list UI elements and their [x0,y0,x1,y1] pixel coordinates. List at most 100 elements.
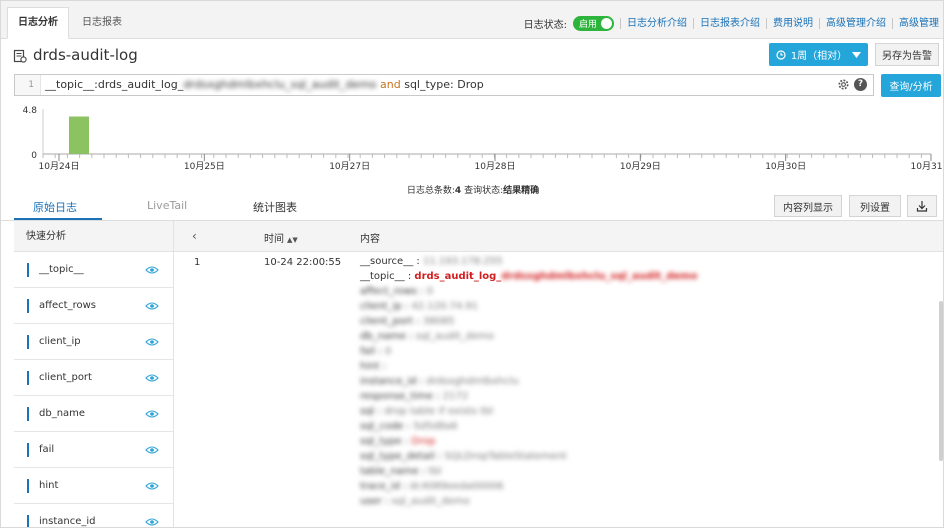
field-value[interactable]: 42.120.74.91 [411,301,478,312]
sort-icon[interactable]: ▲▼ [287,236,298,244]
field-marker [27,335,29,349]
row-index: 1 [194,257,201,268]
field-name: affect_rows [39,300,96,311]
field-value[interactable]: drds_audit_log_drdsxghdmlbxhclu_sql_audi… [414,271,697,282]
field-value[interactable]: SQLDropTableStatement [445,451,567,462]
query-tools: ? [837,78,867,91]
download-button[interactable] [907,195,937,217]
field-key: sql_type_detail [360,451,435,462]
eye-icon[interactable] [145,337,159,347]
query-text[interactable]: __topic__:drds_audit_log_drdsxghdmlbxhcl… [45,75,484,95]
field-list: __topic__ affect_rows client_ip client_port… [14,252,173,527]
query-keyword: and [380,78,401,91]
histogram-bar[interactable] [69,116,89,155]
field-separator: : [401,301,412,312]
eye-icon[interactable] [145,517,159,527]
column-time-label: 时间 [264,234,284,245]
field-marker [27,515,29,527]
field-key: sql [360,406,375,417]
field-marker [27,371,29,385]
quick-field-item[interactable]: __topic__ [14,252,173,288]
link-log-report-intro[interactable]: 日志报表介绍 [693,17,766,29]
query-suffix: sql_type: Drop [404,78,484,91]
scrollbar[interactable] [939,301,943,461]
log-status-toggle[interactable]: 启用 [572,15,614,31]
eye-icon[interactable] [145,265,159,275]
field-key: db_name [360,331,407,342]
x-tick-label: 10月25日 [184,161,225,172]
field-name: instance_id [39,516,96,527]
field-value[interactable]: Drop [411,436,435,447]
field-key: fail [360,346,376,357]
search-analyze-button[interactable]: 查询/分析 [881,74,941,97]
save-as-alert-button[interactable]: 另存为告警 [875,43,939,66]
link-log-analysis-intro[interactable]: 日志分析介绍 [620,17,693,29]
field-value[interactable]: 0 [427,286,433,297]
field-separator: : [381,496,392,507]
tab-log-analysis[interactable]: 日志分析 [7,7,69,39]
field-value[interactable]: dc4089eeda00006 [410,481,504,492]
tab-log-reports[interactable]: 日志报表 [71,7,133,39]
quick-field-item[interactable]: fail [14,432,173,468]
clock-icon [776,49,786,60]
field-value[interactable]: 5d5d8a6 [413,421,457,432]
field-value[interactable]: 11.193.178.255 [423,256,503,267]
tab-livetail[interactable]: LiveTail [147,199,187,212]
content-field: user : sql_audit_demo [360,496,470,507]
eye-icon[interactable] [145,409,159,419]
quick-field-item[interactable]: client_ip [14,324,173,360]
result-tabs: 原始日志 LiveTail 统计图表 内容列显示 列设置 [1,195,943,221]
field-key: sql_code [360,421,404,432]
histogram-chart: 4.8 010月24日 10月25日 10月27日 10月28日 10月29日 10月30日… [23,106,943,172]
query-editor[interactable]: 1 __topic__:drds_audit_log_drdsxghdmlbxh… [14,74,874,96]
field-separator: : [418,466,429,477]
y-tick-label: 4.8 [23,106,38,116]
time-range-selector[interactable]: 1周（相对） [769,43,868,66]
y-tick-label: 0 [31,151,37,161]
link-pricing[interactable]: 费用说明 [766,17,819,29]
field-name: __topic__ [39,264,84,275]
gear-icon[interactable] [837,78,850,91]
field-value[interactable]: drop table if exists tbl [384,406,493,417]
content-display-button[interactable]: 内容列显示 [774,195,842,217]
top-tab-bar: 日志分析 日志报表 日志状态: 启用 日志分析介绍 日志报表介绍 费用说明 高级… [1,1,943,39]
content-field: __topic__ : drds_audit_log_drdsxghdmlbxh… [360,271,697,282]
field-value[interactable]: 0 [385,346,391,357]
eye-icon[interactable] [145,301,159,311]
eye-icon[interactable] [145,373,159,383]
quick-field-item[interactable]: affect_rows [14,288,173,324]
query-redacted: drdsxghdmlbxhclu_sql_audit_demo [183,78,377,91]
chevron-left-icon[interactable]: ‹ [192,229,197,243]
field-value[interactable]: sql_audit_demo [416,331,494,342]
field-separator: : [416,376,427,387]
quick-field-item[interactable]: instance_id [14,504,173,527]
logstore-icon [13,49,27,63]
content-field: response_time : 2172 [360,391,468,402]
tab-charts[interactable]: 统计图表 [253,199,297,215]
field-separator: : [406,331,416,342]
quick-field-item[interactable]: client_port [14,360,173,396]
link-advanced-management[interactable]: 高级管理 [892,17,943,29]
field-value[interactable]: sql_audit_demo [392,496,470,507]
field-value[interactable]: tbl [428,466,441,477]
field-value[interactable]: drdsxghdmlbxhclu [426,376,519,387]
field-key: __source__ [360,256,414,267]
eye-icon[interactable] [145,445,159,455]
field-value[interactable]: 2172 [443,391,468,402]
quick-field-item[interactable]: hint [14,468,173,504]
eye-icon[interactable] [145,481,159,491]
field-separator: : [399,481,410,492]
logstore-title-row: drds-audit-log 1周（相对） 另存为告警 [1,41,943,71]
quick-analysis-panel: 快速分析 __topic__ affect_rows client_ip client… [14,221,174,527]
column-time[interactable]: 时间 ▲▼ [264,230,298,245]
download-icon [916,201,928,212]
link-advanced-intro[interactable]: 高级管理介绍 [819,17,892,29]
column-settings-button[interactable]: 列设置 [849,195,901,217]
field-value[interactable]: 38085 [423,316,455,327]
field-separator: : [375,346,385,357]
log-service-page: 日志分析 日志报表 日志状态: 启用 日志分析介绍 日志报表介绍 费用说明 高级… [0,0,944,528]
toggle-knob [601,17,612,29]
tab-raw-logs[interactable]: 原始日志 [33,199,77,215]
help-icon[interactable]: ? [854,78,867,91]
quick-field-item[interactable]: db_name [14,396,173,432]
